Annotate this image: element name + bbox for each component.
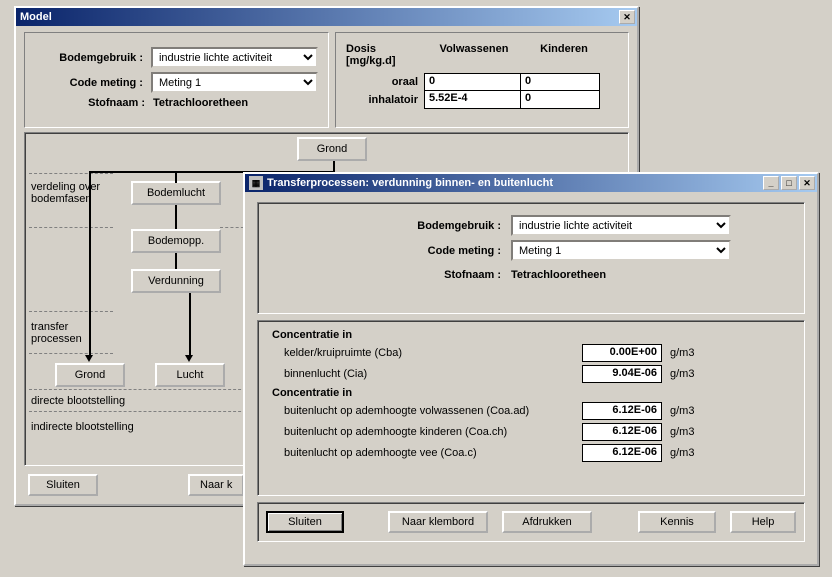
- conc-row: binnenlucht (Cia)9.04E-06 g/m3: [272, 365, 790, 383]
- conc-row-unit: g/m3: [670, 347, 694, 359]
- model-sluiten-button[interactable]: Sluiten: [28, 474, 98, 496]
- inh-kind: 0: [520, 91, 600, 109]
- dosis-header: Dosis: [346, 43, 424, 55]
- conc-row: kelder/kruipruimte (Cba)0.00E+00 g/m3: [272, 344, 790, 362]
- close-icon[interactable]: ✕: [619, 10, 635, 24]
- conc-row-label: kelder/kruipruimte (Cba): [272, 347, 582, 359]
- minimize-icon[interactable]: _: [763, 176, 779, 190]
- inh-volw: 5.52E-4: [424, 91, 520, 109]
- conc-row-value: 9.04E-06: [582, 365, 662, 383]
- t-select-code-meting[interactable]: Meting 1: [511, 240, 731, 261]
- t-kennis-button[interactable]: Kennis: [638, 511, 716, 533]
- t-label-stofnaam: Stofnaam :: [331, 269, 501, 281]
- oraal-volw: 0: [424, 73, 520, 91]
- node-lucht[interactable]: Lucht: [155, 363, 225, 387]
- t-value-stofnaam: Tetrachlooretheen: [511, 269, 731, 281]
- conc-row-label: buitenlucht op ademhoogte vee (Coa.c): [272, 447, 582, 459]
- side-indirecte: indirecte blootstelling: [31, 421, 134, 433]
- dosis-group: Dosis [mg/kg.d] Volwassenen Kinderen ora…: [335, 32, 629, 128]
- label-bodemgebruik: Bodemgebruik :: [35, 52, 143, 64]
- model-title: Model: [20, 11, 617, 23]
- conc-header-2: Concentratie in: [272, 387, 790, 399]
- node-grond-top[interactable]: Grond: [297, 137, 367, 161]
- transfer-top-panel: Bodemgebruik : industrie lichte activite…: [257, 202, 805, 314]
- conc-row: buitenlucht op ademhoogte volwassenen (C…: [272, 402, 790, 420]
- col-kinderen: Kinderen: [524, 43, 604, 67]
- node-grond-bottom[interactable]: Grond: [55, 363, 125, 387]
- conc-row-value: 0.00E+00: [582, 344, 662, 362]
- conc-row-value: 6.12E-06: [582, 444, 662, 462]
- t-label-code-meting: Code meting :: [331, 245, 501, 257]
- node-bodemopp[interactable]: Bodemopp.: [131, 229, 221, 253]
- t-help-button[interactable]: Help: [730, 511, 796, 533]
- model-titlebar: Model ✕: [16, 8, 637, 26]
- transfer-data-panel: Concentratie in kelder/kruipruimte (Cba)…: [257, 320, 805, 496]
- row-inh-label: inhalatoir: [346, 94, 424, 106]
- side-directe: directe blootstelling: [31, 395, 125, 407]
- oraal-kind: 0: [520, 73, 600, 91]
- t-sluiten-button[interactable]: Sluiten: [266, 511, 344, 533]
- t-afdrukken-button[interactable]: Afdrukken: [502, 511, 592, 533]
- conc-row-unit: g/m3: [670, 447, 694, 459]
- conc-row: buitenlucht op ademhoogte vee (Coa.c)6.1…: [272, 444, 790, 462]
- label-stofnaam: Stofnaam :: [35, 97, 145, 109]
- conc-row-value: 6.12E-06: [582, 423, 662, 441]
- select-bodemgebruik[interactable]: industrie lichte activiteit: [151, 47, 318, 68]
- maximize-icon[interactable]: □: [781, 176, 797, 190]
- t-select-bodemgebruik[interactable]: industrie lichte activiteit: [511, 215, 731, 236]
- conc-row-value: 6.12E-06: [582, 402, 662, 420]
- close-icon[interactable]: ✕: [799, 176, 815, 190]
- t-naar-klembord-button[interactable]: Naar klembord: [388, 511, 488, 533]
- transfer-title: Transferprocessen: verdunning binnen- en…: [267, 177, 761, 189]
- conc-row-unit: g/m3: [670, 405, 694, 417]
- conc-row-label: buitenlucht op ademhoogte volwassenen (C…: [272, 405, 582, 417]
- model-left-group: Bodemgebruik : industrie lichte activite…: [24, 32, 329, 128]
- label-code-meting: Code meting :: [35, 77, 143, 89]
- conc-row-label: buitenlucht op ademhoogte kinderen (Coa.…: [272, 426, 582, 438]
- conc-header-1: Concentratie in: [272, 329, 790, 341]
- transfer-button-panel: Sluiten Naar klembord Afdrukken Kennis H…: [257, 502, 805, 542]
- node-bodemlucht[interactable]: Bodemlucht: [131, 181, 221, 205]
- node-verdunning[interactable]: Verdunning: [131, 269, 221, 293]
- transfer-titlebar: ▦ Transferprocessen: verdunning binnen- …: [245, 174, 817, 192]
- transfer-window: ▦ Transferprocessen: verdunning binnen- …: [243, 172, 819, 566]
- t-label-bodemgebruik: Bodemgebruik :: [331, 220, 501, 232]
- value-stofnaam: Tetrachlooretheen: [153, 97, 248, 109]
- row-oraal-label: oraal: [346, 76, 424, 88]
- conc-row-unit: g/m3: [670, 426, 694, 438]
- app-icon: ▦: [249, 176, 263, 190]
- conc-row-unit: g/m3: [670, 368, 694, 380]
- col-volwassenen: Volwassenen: [424, 43, 524, 67]
- conc-row: buitenlucht op ademhoogte kinderen (Coa.…: [272, 423, 790, 441]
- select-code-meting[interactable]: Meting 1: [151, 72, 318, 93]
- model-naar-klembord-button[interactable]: Naar k: [188, 474, 244, 496]
- conc-row-label: binnenlucht (Cia): [272, 368, 582, 380]
- dosis-unit: [mg/kg.d]: [346, 55, 424, 67]
